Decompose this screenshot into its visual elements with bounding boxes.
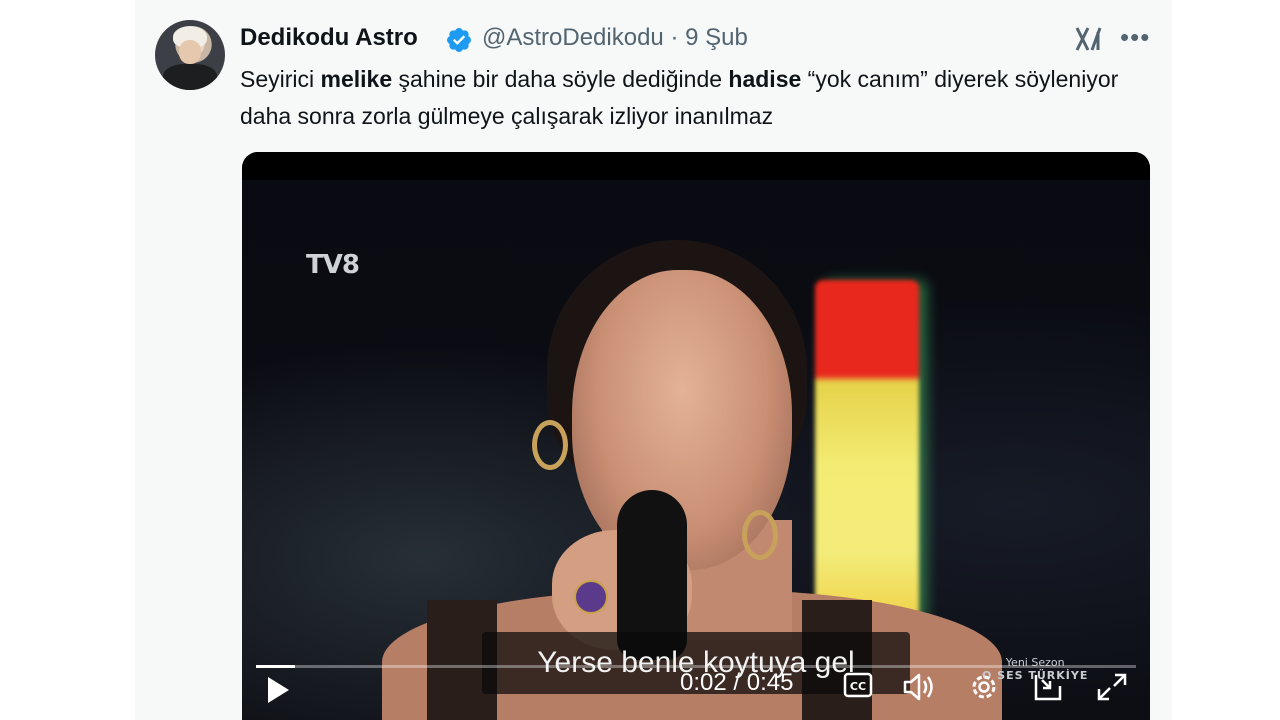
tweet-text: Seyirici melike şahine bir daha söyle de… bbox=[240, 61, 1160, 135]
video-letterbox bbox=[242, 152, 1150, 180]
stage-light bbox=[815, 280, 919, 620]
video-frame[interactable]: TV8 Yeni Sezon O SES TÜRKİYE Yerse benle… bbox=[242, 180, 1150, 720]
video-controls: 0:02 / 0:45 CC bbox=[242, 658, 1150, 720]
pip-icon[interactable] bbox=[1032, 672, 1064, 702]
separator: · bbox=[670, 24, 679, 51]
tweet-text-bold: melike bbox=[320, 66, 393, 92]
tweet-text-part: Seyirici bbox=[240, 66, 321, 92]
tweet-text-bold: hadise bbox=[728, 66, 802, 92]
earring bbox=[532, 420, 568, 470]
captions-icon[interactable]: CC bbox=[843, 672, 873, 698]
more-icon[interactable]: ••• bbox=[1120, 22, 1150, 52]
handle-and-date: @AstroDedikodu · 9 Şub bbox=[482, 24, 748, 52]
time-display: 0:02 / 0:45 bbox=[680, 669, 794, 696]
channel-logo: TV8 bbox=[306, 250, 360, 280]
fullscreen-icon[interactable] bbox=[1096, 672, 1128, 702]
tweet-date[interactable]: 9 Şub bbox=[685, 24, 748, 51]
svg-text:CC: CC bbox=[850, 680, 866, 693]
volume-icon[interactable] bbox=[902, 672, 938, 702]
settings-icon[interactable] bbox=[969, 672, 999, 702]
grok-icon[interactable] bbox=[1074, 24, 1104, 54]
video-player[interactable]: TV8 Yeni Sezon O SES TÜRKİYE Yerse benle… bbox=[242, 152, 1150, 720]
tweet-text-part: şahine bir daha söyle dediğinde bbox=[392, 66, 729, 92]
avatar-body bbox=[163, 64, 217, 90]
ring bbox=[574, 580, 608, 614]
avatar-face bbox=[179, 40, 201, 64]
author-name[interactable]: Dedikodu Astro bbox=[240, 24, 418, 52]
verified-icon bbox=[447, 28, 471, 52]
avatar[interactable] bbox=[155, 20, 225, 90]
play-icon[interactable] bbox=[264, 674, 292, 706]
author-handle[interactable]: @AstroDedikodu bbox=[482, 24, 664, 51]
earring bbox=[742, 510, 778, 560]
